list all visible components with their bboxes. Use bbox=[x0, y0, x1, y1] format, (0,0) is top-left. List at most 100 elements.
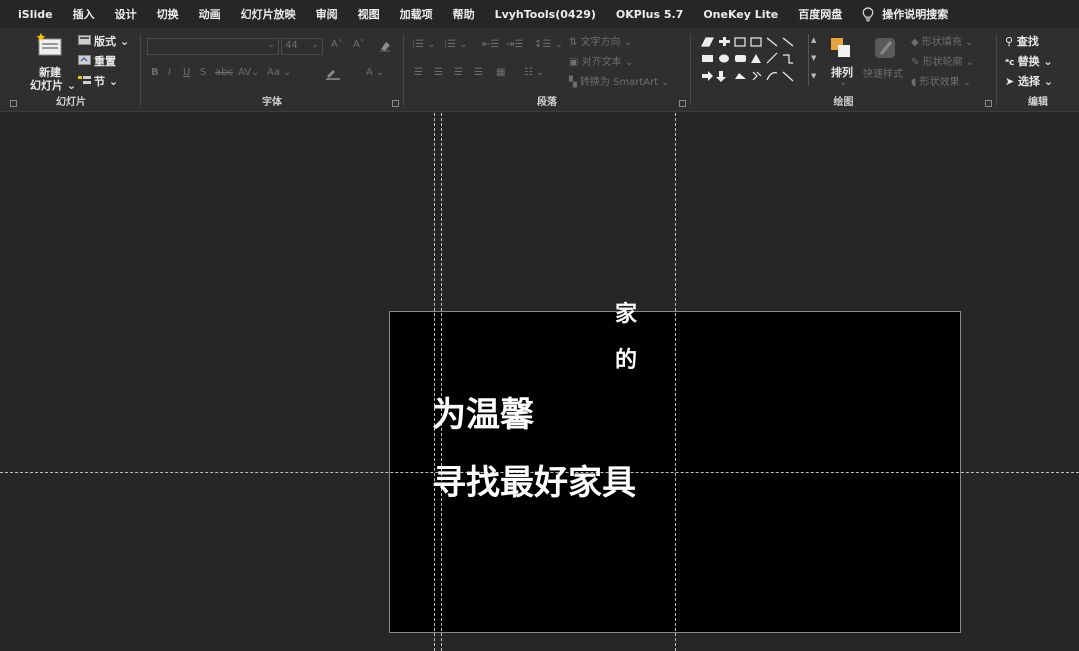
slide-text-vertical-char[interactable]: 的 bbox=[615, 342, 637, 374]
numbering-icon[interactable]: ⁝☰ ⌄ bbox=[444, 39, 468, 50]
increase-font-icon[interactable]: A˄ bbox=[331, 39, 343, 50]
gallery-scroll[interactable]: ▲ ▼ ▼ bbox=[808, 34, 819, 86]
menu-insert[interactable]: 插入 bbox=[73, 6, 95, 22]
justify-icon[interactable]: ☰ bbox=[474, 67, 483, 78]
menu-baidu-netdisk[interactable]: 百度网盘 bbox=[798, 6, 842, 22]
menu-bar: iSlide 插入 设计 切换 动画 幻灯片放映 审阅 视图 加载项 帮助 Lv… bbox=[0, 0, 1079, 28]
font-size-value: 44 bbox=[285, 40, 298, 51]
chevron-down-icon: ⌄ bbox=[63, 79, 77, 92]
columns-icon[interactable]: ☷ ⌄ bbox=[524, 67, 545, 78]
select-button[interactable]: ➤ 选择 ⌄ bbox=[1005, 73, 1053, 89]
bullets-icon[interactable]: ⁝☰ ⌄ bbox=[412, 39, 436, 50]
layout-label: 版式 bbox=[94, 35, 116, 48]
convert-smartart-button[interactable]: ▚ 转换为 SmartArt ⌄ bbox=[569, 73, 670, 88]
convert-smartart-label: 转换为 SmartArt bbox=[579, 77, 659, 88]
shape-effects-button[interactable]: ◖ 形状效果 ⌄ bbox=[911, 73, 971, 88]
text-shadow-icon[interactable]: S bbox=[200, 67, 206, 78]
align-text-button[interactable]: ▣ 对齐文本 ⌄ bbox=[569, 53, 633, 68]
find-button[interactable]: ⚲ 查找 bbox=[1005, 33, 1039, 49]
reset-button[interactable]: 重置 bbox=[94, 53, 116, 69]
highlight-icon[interactable] bbox=[325, 68, 343, 83]
replace-label: 替换 bbox=[1017, 55, 1040, 68]
dialog-launcher-icon[interactable] bbox=[392, 100, 399, 107]
vertical-guide[interactable] bbox=[434, 113, 435, 651]
menu-view[interactable]: 视图 bbox=[358, 6, 380, 22]
decrease-indent-icon[interactable]: ⇤☰ bbox=[482, 39, 499, 50]
chevron-down-icon: ⌄ bbox=[1040, 75, 1054, 88]
decrease-font-icon[interactable]: A˅ bbox=[353, 39, 365, 50]
menu-design[interactable]: 设计 bbox=[115, 6, 137, 22]
group-label-font: 字体 bbox=[262, 97, 282, 108]
chevron-up-icon: ▲ bbox=[811, 36, 817, 44]
shape-fill-button[interactable]: ◆ 形状填充 ⌄ bbox=[911, 33, 973, 48]
change-case-button[interactable]: Aa ⌄ bbox=[267, 67, 292, 78]
chevron-down-icon: ▼ bbox=[811, 54, 817, 62]
shape-outline-label: 形状轮廓 bbox=[922, 57, 963, 68]
paint-bucket-icon: ◆ bbox=[911, 37, 922, 48]
layout-icon bbox=[78, 35, 91, 48]
align-right-icon[interactable]: ☰ bbox=[454, 67, 463, 78]
menu-lvyhtools[interactable]: LvyhTools(0429) bbox=[495, 8, 596, 21]
text-direction-label: 文字方向 bbox=[580, 37, 621, 48]
chevron-down-icon: ⌄ bbox=[839, 77, 848, 88]
lightbulb-icon bbox=[862, 6, 874, 21]
slide-text-vertical-char[interactable]: 家 bbox=[615, 296, 637, 328]
line-spacing-icon[interactable]: ↕☰ ⌄ bbox=[534, 39, 563, 50]
group-slides: 新建 幻灯片 ⌄ 版式 ⌄ 重置 节 ⌄ 幻灯片 bbox=[0, 28, 140, 112]
group-label-slides: 幻灯片 bbox=[56, 97, 86, 108]
font-name-combobox[interactable]: ⌄ bbox=[147, 38, 279, 55]
character-spacing-icon[interactable]: AV⌄ bbox=[238, 67, 259, 78]
menu-review[interactable]: 审阅 bbox=[316, 6, 338, 22]
section-button[interactable]: 节 ⌄ bbox=[94, 73, 118, 89]
menu-islide[interactable]: iSlide bbox=[18, 8, 53, 21]
font-color-icon[interactable]: A ⌄ bbox=[366, 67, 384, 78]
search-icon: ⚲ bbox=[1005, 35, 1017, 48]
align-text-label: 对齐文本 bbox=[581, 57, 622, 68]
underline-icon[interactable]: U bbox=[183, 67, 190, 78]
tell-me-search[interactable]: 操作说明搜索 bbox=[862, 6, 948, 22]
menu-onekey-lite[interactable]: OneKey Lite bbox=[703, 8, 778, 21]
menu-animations[interactable]: 动画 bbox=[199, 6, 221, 22]
new-slide-label-2: 幻灯片 bbox=[30, 79, 63, 92]
distributed-icon[interactable]: ▦ bbox=[496, 67, 505, 78]
clear-formatting-icon[interactable] bbox=[379, 40, 391, 55]
align-center-icon[interactable]: ☰ bbox=[434, 67, 443, 78]
quick-styles-button[interactable]: 快速样式 bbox=[863, 65, 903, 80]
section-icon bbox=[78, 75, 91, 88]
new-slide-button[interactable]: 幻灯片 ⌄ bbox=[30, 77, 76, 93]
find-label: 查找 bbox=[1016, 35, 1039, 48]
menu-okplus[interactable]: OKPlus 5.7 bbox=[616, 8, 683, 21]
increase-indent-icon[interactable]: ⇥☰ bbox=[506, 39, 523, 50]
replace-button[interactable]: ᵃc 替换 ⌄ bbox=[1005, 53, 1053, 69]
shape-effects-label: 形状效果 bbox=[919, 77, 960, 88]
smartart-icon: ▚ bbox=[569, 77, 580, 88]
dialog-launcher-icon[interactable] bbox=[679, 100, 686, 107]
strikethrough-icon[interactable]: abc bbox=[215, 67, 233, 78]
italic-icon[interactable]: I bbox=[168, 67, 171, 78]
align-left-icon[interactable]: ☰ bbox=[414, 67, 423, 78]
ribbon: 新建 幻灯片 ⌄ 版式 ⌄ 重置 节 ⌄ 幻灯片 ⌄ 44 ⌄ A˄ A˅ B … bbox=[0, 28, 1079, 112]
vertical-guide[interactable] bbox=[675, 113, 676, 651]
new-slide-icon[interactable] bbox=[36, 33, 64, 60]
chevron-down-icon: ⌄ bbox=[1039, 55, 1053, 68]
quick-styles-icon bbox=[873, 36, 899, 65]
chevron-down-icon: ⌄ bbox=[105, 75, 119, 88]
layout-button[interactable]: 版式 ⌄ bbox=[94, 33, 129, 49]
group-label-paragraph: 段落 bbox=[537, 97, 557, 108]
shape-outline-button[interactable]: ✎ 形状轮廓 ⌄ bbox=[911, 53, 974, 68]
chevron-down-icon: ⌄ bbox=[116, 35, 130, 48]
menu-help[interactable]: 帮助 bbox=[453, 6, 475, 22]
font-size-combobox[interactable]: 44 ⌄ bbox=[281, 38, 323, 55]
menu-addins[interactable]: 加载项 bbox=[400, 6, 433, 22]
group-label-editing: 编辑 bbox=[1028, 97, 1048, 108]
dialog-launcher-icon[interactable] bbox=[10, 100, 17, 107]
menu-slideshow[interactable]: 幻灯片放映 bbox=[241, 6, 296, 22]
menu-transitions[interactable]: 切换 bbox=[157, 6, 179, 22]
text-direction-button[interactable]: ⇅ 文字方向 ⌄ bbox=[569, 33, 632, 48]
vertical-guide[interactable] bbox=[441, 113, 442, 651]
cursor-icon: ➤ bbox=[1005, 75, 1019, 88]
slide-title-line-2[interactable]: 寻找最好家具 bbox=[432, 455, 636, 504]
slide-title-line-1[interactable]: 为温馨 bbox=[432, 387, 534, 436]
dialog-launcher-icon[interactable] bbox=[985, 100, 992, 107]
bold-icon[interactable]: B bbox=[151, 67, 159, 78]
